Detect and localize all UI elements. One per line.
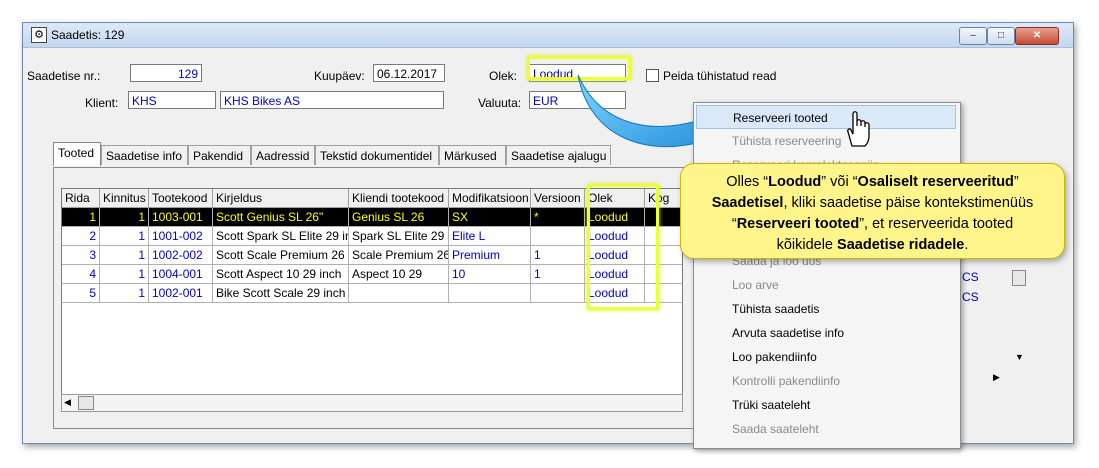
row-cell (349, 284, 449, 303)
callout-text: ” (1013, 174, 1019, 190)
tab-notes[interactable]: Märkused (439, 145, 506, 165)
tab-document-texts[interactable]: Tekstid dokumentidel (315, 145, 439, 165)
row-cell: 1 (531, 246, 585, 265)
callout-bold: Loodud (768, 174, 822, 190)
callout-bold: Reserveeri tooted (736, 216, 860, 232)
row-cell: 1002-002 (149, 246, 213, 265)
scroll-left-icon[interactable]: ◀ (64, 397, 71, 408)
col-description[interactable]: Kirjeldus (213, 189, 349, 208)
menu-item-create-invoice[interactable]: Loo arve (696, 273, 956, 297)
scroll-thumb[interactable] (78, 396, 94, 410)
row-cell: 1003-001 (149, 208, 213, 227)
row-cell: Bike Scott Scale 29 inch (213, 284, 349, 303)
row-cell: 1001-002 (149, 227, 213, 246)
row-cell: 1 (100, 246, 149, 265)
scroll-down-icon[interactable]: ▼ (1015, 352, 1024, 362)
row-cell (449, 284, 531, 303)
hand-cursor-icon (847, 111, 870, 147)
scroll-thumb[interactable] (1012, 270, 1026, 286)
horizontal-scrollbar[interactable]: ◀ (61, 394, 683, 412)
menu-item-check-package-info[interactable]: Kontrolli pakendiinfo (696, 369, 956, 393)
callout-bold: Saadetise ridadele (837, 237, 965, 253)
maximize-button[interactable]: □ (987, 27, 1015, 45)
callout-text: . (964, 237, 969, 253)
scroll-right-icon[interactable]: ▶ (993, 372, 1000, 383)
row-cell: SX (449, 208, 531, 227)
col-confirmation[interactable]: Kinnitus (100, 189, 149, 208)
col-product-code[interactable]: Tootekood (149, 189, 213, 208)
date-label: Kuupäev: (314, 69, 365, 83)
callout-text: , kliki saadetise päise kontekstimenüüs (783, 195, 1034, 211)
row-cell: 1 (100, 284, 149, 303)
vertical-scrollbar[interactable]: ▼ (1010, 268, 1028, 378)
col-client-product-code[interactable]: Kliendi tootekood (349, 189, 449, 208)
row-cell: Scott Genius SL 26" (213, 208, 349, 227)
client-name-field[interactable]: KHS Bikes AS (220, 91, 444, 109)
instruction-callout: Olles “Loodud” või “Osaliselt reserveeri… (680, 163, 1065, 259)
row-cell: 2 (62, 227, 100, 246)
menu-item-print-waybill[interactable]: Trüki saateleht (696, 393, 956, 417)
tab-shipment-info[interactable]: Saadetise info (101, 145, 188, 165)
date-field[interactable]: 06.12.2017 (373, 64, 445, 82)
row-cell: 5 (62, 284, 100, 303)
row-cell: 3 (62, 246, 100, 265)
row-cell: 1 (531, 265, 585, 284)
row-cell: 1 (100, 208, 149, 227)
tab-addresses[interactable]: Aadressid (251, 145, 315, 165)
menu-item-reserve-products[interactable]: Reserveeri tooted (696, 105, 956, 129)
row-cell: 10 (449, 265, 531, 284)
row-cell: 1004-001 (149, 265, 213, 284)
row-cell: 1 (62, 208, 100, 227)
callout-text: ” või “ (821, 174, 858, 190)
row-cell: Aspect 10 29 (349, 265, 449, 284)
window-title: Saadetis: 129 (51, 28, 125, 42)
callout-bold: Saadetisel (711, 195, 784, 211)
menu-item-calculate-info[interactable]: Arvuta saadetise info (696, 321, 956, 345)
row-cell: Scott Scale Premium 26 inch (213, 246, 349, 265)
currency-label: Valuuta: (478, 96, 522, 110)
menu-item-cancel-reservation[interactable]: Tühista reserveering (696, 129, 956, 153)
callout-text: Olles “ (726, 174, 769, 190)
client-code-field[interactable]: KHS (128, 91, 216, 109)
row-cell: Scale Premium 26 (349, 246, 449, 265)
status-label: Olek: (489, 69, 518, 83)
client-label: Klient: (85, 96, 119, 110)
minimize-button[interactable]: – (959, 27, 987, 45)
row-cell: Scott Spark SL Elite 29 inch (213, 227, 349, 246)
row-cell: Spark SL Elite 29 (349, 227, 449, 246)
callout-text: ”, et reserveerida tooted (859, 216, 1014, 232)
row-cell: Elite L (449, 227, 531, 246)
row-cell: 4 (62, 265, 100, 284)
tab-products[interactable]: Tooted (53, 142, 101, 166)
callout-text: kõikidele (776, 237, 838, 253)
col-version[interactable]: Versioon (531, 189, 585, 208)
shipment-context-menu: Reserveeri tooted Tühista reserveering R… (693, 102, 961, 449)
row-cell: * (531, 208, 585, 227)
row-cell (531, 227, 585, 246)
status-column-highlight (587, 184, 659, 310)
tab-packages[interactable]: Pakendid (188, 145, 251, 165)
close-button[interactable]: ✕ (1015, 27, 1059, 45)
app-icon: ⚙ (31, 27, 47, 43)
shipment-nr-field[interactable]: 129 (130, 64, 202, 82)
hidden-cell-text: CS (962, 270, 979, 284)
col-row[interactable]: Rida (62, 189, 100, 208)
menu-item-cancel-shipment[interactable]: Tühista saadetis (696, 297, 956, 321)
title-bar: ⚙ Saadetis: 129 – □ ✕ (23, 23, 1073, 48)
row-cell: 1002-001 (149, 284, 213, 303)
menu-item-send-waybill[interactable]: Saada saateleht (696, 417, 956, 441)
row-cell: Premium (449, 246, 531, 265)
row-cell: Genius SL 26 (349, 208, 449, 227)
menu-item-create-package-info[interactable]: Loo pakendiinfo (696, 345, 956, 369)
row-cell: Scott Aspect 10 29 inch (213, 265, 349, 284)
col-modification[interactable]: Modifikatsioon (449, 189, 531, 208)
row-cell: 1 (100, 265, 149, 284)
callout-bold: Osaliselt reserveeritud (857, 174, 1014, 190)
hidden-cell-text: CS (962, 290, 979, 304)
shipment-nr-label: Saadetise nr.: (27, 69, 101, 83)
row-cell: 1 (100, 227, 149, 246)
row-cell (531, 284, 585, 303)
